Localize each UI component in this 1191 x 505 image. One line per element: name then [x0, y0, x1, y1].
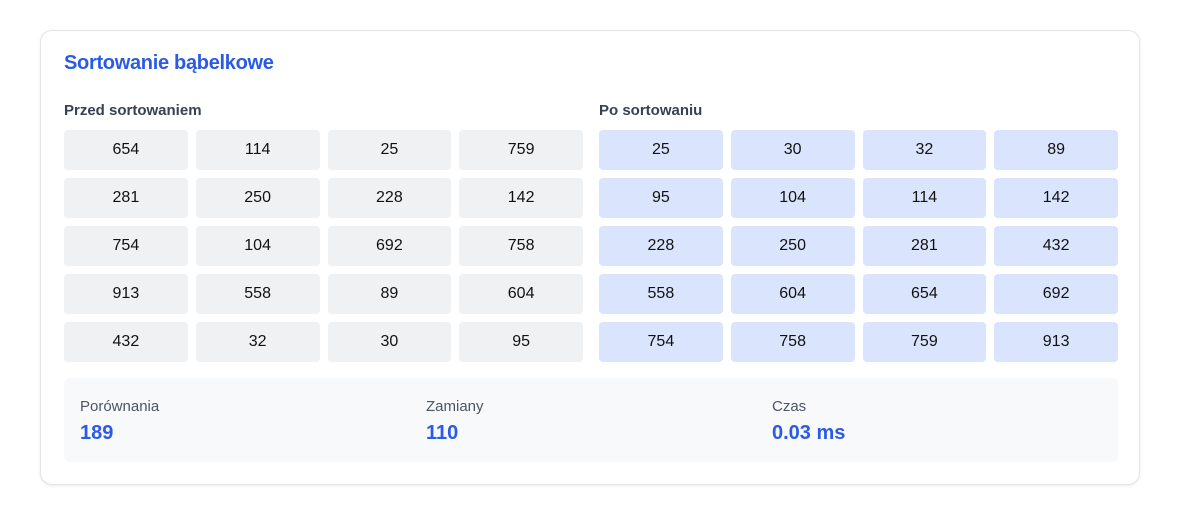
after-cell: 250: [730, 226, 855, 266]
stat-time: Czas 0.03 ms: [756, 378, 1102, 462]
after-cell: 142: [994, 178, 1118, 218]
before-cell: 30: [327, 322, 452, 362]
after-label: Po sortowaniu: [599, 102, 703, 119]
before-label: Przed sortowaniem: [64, 102, 202, 119]
before-cell: 692: [327, 226, 452, 266]
before-grid: 654 114 25 759 281 250 228 142 754 104 692 758 913 55…: [64, 130, 583, 362]
stat-label: Czas: [772, 398, 807, 415]
before-cell: 759: [459, 130, 583, 170]
after-cell: 758: [730, 322, 855, 362]
after-cell: 654: [862, 274, 987, 314]
before-cell: 250: [195, 178, 320, 218]
bubble-sort-card: Sortowanie bąbelkowe Przed sortowaniem 6…: [40, 30, 1140, 485]
before-cell: 754: [64, 226, 188, 266]
before-cell: 104: [195, 226, 320, 266]
after-cell: 32: [862, 130, 987, 170]
stat-value: 189: [80, 422, 114, 444]
stat-label: Zamiany: [426, 398, 484, 415]
before-cell: 281: [64, 178, 188, 218]
after-cell: 281: [862, 226, 987, 266]
before-cell: 604: [459, 274, 583, 314]
stat-value: 0.03 ms: [772, 422, 846, 444]
after-cell: 104: [730, 178, 855, 218]
after-grid: 25 30 32 89 95 104 114 142 228 250 281 432 558 604 654…: [599, 130, 1118, 362]
stat-value: 110: [426, 422, 459, 444]
after-cell: 114: [862, 178, 987, 218]
before-cell: 32: [195, 322, 320, 362]
before-cell: 89: [327, 274, 452, 314]
after-section: Po sortowaniu 25 30 32 89 95 104 114 142 228 250 2…: [599, 101, 1118, 362]
after-cell: 759: [862, 322, 987, 362]
before-cell: 558: [195, 274, 320, 314]
before-cell: 432: [64, 322, 188, 362]
after-cell: 95: [599, 178, 723, 218]
before-cell: 142: [459, 178, 583, 218]
after-cell: 604: [730, 274, 855, 314]
stat-swaps: Zamiany 110: [410, 378, 756, 462]
after-cell: 558: [599, 274, 723, 314]
after-cell: 913: [994, 322, 1118, 362]
stats-panel: Porównania 189 Zamiany 110 Czas 0.03 ms: [64, 378, 1118, 462]
stat-label: Porównania: [80, 398, 160, 415]
after-cell: 228: [599, 226, 723, 266]
after-cell: 30: [730, 130, 855, 170]
before-cell: 913: [64, 274, 188, 314]
before-section: Przed sortowaniem 654 114 25 759 281 250 228 14…: [64, 101, 583, 362]
before-cell: 758: [459, 226, 583, 266]
before-cell: 114: [195, 130, 320, 170]
after-cell: 432: [994, 226, 1118, 266]
after-cell: 692: [994, 274, 1118, 314]
stat-comparisons: Porównania 189: [64, 378, 410, 462]
after-cell: 754: [599, 322, 723, 362]
after-cell: 89: [994, 130, 1118, 170]
before-cell: 654: [64, 130, 188, 170]
before-cell: 95: [459, 322, 583, 362]
after-cell: 25: [599, 130, 723, 170]
before-cell: 25: [327, 130, 452, 170]
card-title: Sortowanie bąbelkowe: [64, 52, 274, 74]
before-cell: 228: [327, 178, 452, 218]
